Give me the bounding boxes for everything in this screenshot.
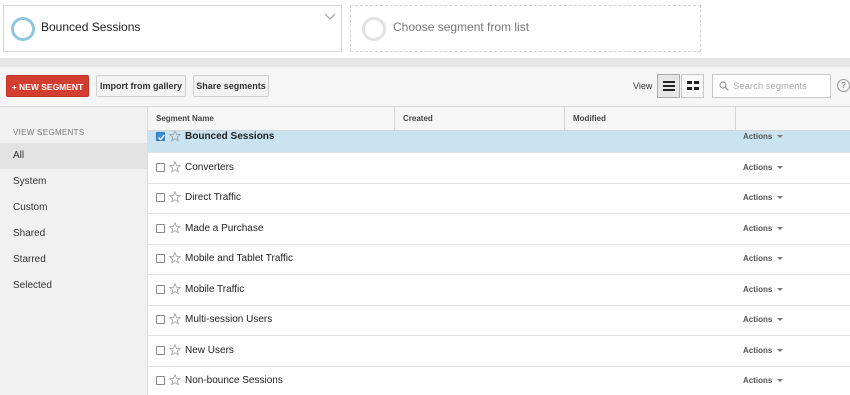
grid-icon bbox=[687, 81, 699, 90]
caret-down-icon bbox=[777, 348, 784, 352]
segment-name[interactable]: New Users bbox=[185, 345, 234, 356]
sidebar-item-shared[interactable]: Shared bbox=[0, 221, 147, 247]
caret-down-icon bbox=[777, 135, 784, 139]
actions-menu[interactable]: Actions bbox=[743, 315, 784, 324]
segment-ring-icon bbox=[11, 17, 35, 41]
actions-menu[interactable]: Actions bbox=[743, 376, 784, 385]
help-icon[interactable]: ? bbox=[837, 79, 850, 92]
segment-slot-active[interactable]: Bounced Sessions bbox=[3, 5, 342, 52]
star-icon[interactable] bbox=[168, 282, 182, 295]
caret-down-icon bbox=[777, 165, 784, 169]
segment-list: Bounced Sessions Actions Converters Actions… bbox=[148, 131, 850, 395]
row-checkbox[interactable] bbox=[156, 254, 165, 263]
star-icon[interactable] bbox=[168, 251, 182, 264]
star-icon[interactable] bbox=[168, 312, 182, 325]
row-checkbox[interactable] bbox=[156, 345, 165, 355]
segment-name[interactable]: Direct Traffic bbox=[185, 192, 241, 203]
actions-label: Actions bbox=[743, 223, 773, 233]
list-view-button[interactable] bbox=[657, 74, 680, 98]
star-icon[interactable] bbox=[168, 160, 182, 173]
import-from-gallery-button[interactable]: Import from gallery bbox=[96, 75, 186, 97]
segment-name[interactable]: Converters bbox=[185, 162, 234, 173]
table-row[interactable]: Mobile and Tablet Traffic Actions bbox=[148, 245, 850, 275]
table-row[interactable]: Made a Purchase Actions bbox=[148, 214, 850, 245]
grid-view-button[interactable] bbox=[681, 74, 704, 98]
actions-label: Actions bbox=[743, 284, 773, 294]
actions-label: Actions bbox=[743, 254, 773, 263]
sidebar-item-custom[interactable]: Custom bbox=[0, 195, 147, 221]
star-icon[interactable] bbox=[168, 221, 182, 234]
row-checkbox[interactable] bbox=[156, 376, 165, 385]
segment-name[interactable]: Made a Purchase bbox=[185, 223, 263, 234]
segment-bar: Bounced Sessions Choose segment from lis… bbox=[0, 0, 850, 58]
search-icon bbox=[719, 81, 729, 91]
row-checkbox[interactable] bbox=[156, 315, 165, 324]
search-box bbox=[712, 74, 831, 98]
segment-slot-label: Bounced Sessions bbox=[41, 20, 141, 34]
sidebar-item-all[interactable]: All bbox=[0, 143, 147, 169]
actions-menu[interactable]: Actions bbox=[743, 345, 784, 355]
caret-down-icon bbox=[777, 287, 784, 291]
chevron-down-icon[interactable] bbox=[324, 12, 336, 22]
table-row[interactable]: Converters Actions bbox=[148, 153, 850, 184]
sidebar-item-system[interactable]: System bbox=[0, 169, 147, 195]
table-header: Segment Name Created Modified bbox=[148, 107, 850, 131]
caret-down-icon bbox=[777, 318, 784, 322]
actions-label: Actions bbox=[743, 376, 773, 385]
sidebar-item-selected[interactable]: Selected bbox=[0, 273, 147, 299]
actions-label: Actions bbox=[743, 162, 773, 172]
row-checkbox[interactable] bbox=[156, 223, 165, 233]
table-row[interactable]: Non-bounce Sessions Actions bbox=[148, 367, 850, 395]
segment-slot-placeholder: Choose segment from list bbox=[393, 20, 530, 34]
divider bbox=[0, 58, 850, 67]
segment-ring-icon bbox=[362, 17, 386, 41]
table-row[interactable]: New Users Actions bbox=[148, 336, 850, 367]
row-checkbox[interactable] bbox=[156, 162, 165, 172]
table-row[interactable]: Multi-session Users Actions bbox=[148, 306, 850, 336]
table-row[interactable]: Direct Traffic Actions bbox=[148, 184, 850, 214]
actions-label: Actions bbox=[743, 193, 773, 202]
actions-menu[interactable]: Actions bbox=[743, 254, 784, 263]
segment-name[interactable]: Multi-session Users bbox=[185, 314, 272, 325]
column-header-modified[interactable]: Modified bbox=[565, 107, 736, 131]
sidebar-heading: VIEW SEGMENTS bbox=[13, 128, 85, 137]
actions-menu[interactable]: Actions bbox=[743, 193, 784, 202]
list-icon bbox=[663, 81, 675, 91]
segment-name[interactable]: Non-bounce Sessions bbox=[185, 375, 283, 386]
actions-menu[interactable]: Actions bbox=[743, 223, 784, 233]
segment-name[interactable]: Bounced Sessions bbox=[185, 131, 274, 142]
sidebar-item-starred[interactable]: Starred bbox=[0, 247, 147, 273]
caret-down-icon bbox=[777, 226, 784, 230]
actions-label: Actions bbox=[743, 345, 773, 355]
view-label: View bbox=[633, 81, 653, 91]
segment-name[interactable]: Mobile and Tablet Traffic bbox=[185, 253, 293, 264]
star-icon[interactable] bbox=[168, 343, 182, 356]
segment-name[interactable]: Mobile Traffic bbox=[185, 284, 244, 295]
star-icon[interactable] bbox=[168, 373, 182, 386]
caret-down-icon bbox=[777, 196, 784, 200]
row-checkbox[interactable] bbox=[156, 132, 166, 141]
new-segment-button[interactable]: + NEW SEGMENT bbox=[6, 75, 89, 97]
column-header-created[interactable]: Created bbox=[395, 107, 565, 131]
actions-menu[interactable]: Actions bbox=[743, 284, 784, 294]
actions-menu[interactable]: Actions bbox=[743, 162, 784, 172]
actions-menu[interactable]: Actions bbox=[743, 132, 784, 141]
row-checkbox[interactable] bbox=[156, 284, 165, 294]
share-segments-button[interactable]: Share segments bbox=[193, 75, 269, 97]
caret-down-icon bbox=[777, 257, 784, 261]
column-header-segment-name[interactable]: Segment Name bbox=[148, 107, 395, 131]
search-input[interactable] bbox=[733, 78, 827, 94]
star-icon[interactable] bbox=[168, 190, 182, 203]
star-icon[interactable] bbox=[168, 131, 182, 142]
actions-label: Actions bbox=[743, 132, 773, 141]
segment-slot-empty[interactable]: Choose segment from list bbox=[350, 5, 701, 52]
table-row[interactable]: Bounced Sessions Actions bbox=[148, 131, 850, 153]
actions-label: Actions bbox=[743, 315, 773, 324]
sidebar: VIEW SEGMENTS All System Custom Shared S… bbox=[0, 107, 148, 395]
table-row[interactable]: Mobile Traffic Actions bbox=[148, 275, 850, 306]
row-checkbox[interactable] bbox=[156, 193, 165, 202]
caret-down-icon bbox=[777, 379, 784, 383]
toolbar: + NEW SEGMENT Import from gallery Share … bbox=[0, 67, 850, 107]
